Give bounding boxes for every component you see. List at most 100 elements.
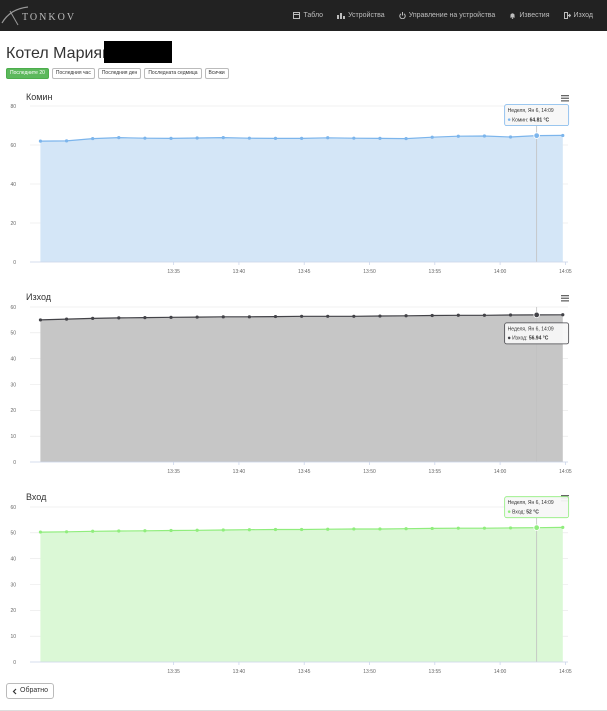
data-point[interactable] — [38, 530, 43, 534]
hamburger-menu-icon[interactable] — [561, 295, 569, 302]
data-point[interactable] — [169, 315, 173, 319]
data-point[interactable] — [273, 314, 278, 319]
data-point[interactable] — [273, 136, 278, 140]
data-point[interactable] — [247, 136, 251, 140]
data-point[interactable] — [247, 528, 251, 532]
data-point[interactable] — [508, 526, 513, 530]
chart-title: Вход — [26, 492, 47, 502]
data-point[interactable] — [143, 136, 147, 140]
tooltip-date: Неделя, Ян 6, 14:09 — [508, 108, 554, 114]
range-button-last-hour[interactable]: Последния час — [51, 68, 95, 79]
data-point[interactable] — [143, 315, 147, 320]
data-point[interactable] — [300, 314, 304, 318]
nav-item-label: Управление на устройства — [408, 12, 496, 19]
nav-item-notifications[interactable]: Известия — [509, 12, 550, 19]
data-point[interactable] — [378, 136, 382, 140]
chart-svg: Вход 0 10 20 30 40 50 60 13:35 13:40 13:45 13:50 13:… — [10, 492, 571, 675]
data-point[interactable] — [561, 313, 565, 317]
data-point[interactable] — [64, 317, 69, 321]
x-tick-label: 13:55 — [429, 669, 442, 675]
data-point[interactable] — [117, 135, 121, 140]
y-tick-label: 40 — [10, 182, 16, 188]
nav-item-label: Известия — [519, 12, 550, 19]
x-tick-label: 13:50 — [363, 469, 376, 475]
data-point[interactable] — [221, 528, 225, 532]
x-tick-label: 13:35 — [167, 669, 180, 675]
data-point[interactable] — [91, 529, 95, 533]
data-point[interactable] — [38, 318, 43, 322]
data-point[interactable] — [64, 139, 69, 143]
data-point[interactable] — [117, 316, 121, 320]
data-point[interactable] — [300, 527, 304, 532]
nav-item-logout[interactable]: Изход — [563, 12, 594, 19]
tooltip-series-marker — [507, 336, 511, 340]
navbar: TONKOV Табло Устройства Управление на ус… — [0, 0, 607, 31]
nav-item-devices[interactable]: Устройства — [337, 12, 385, 19]
range-button-last-day[interactable]: Последния ден — [97, 68, 142, 79]
data-point[interactable] — [430, 135, 434, 139]
data-point[interactable] — [561, 525, 565, 530]
back-button[interactable]: Обратно — [6, 683, 55, 699]
data-point[interactable] — [38, 139, 43, 143]
y-tick-label: 60 — [10, 143, 16, 149]
data-point[interactable] — [326, 314, 330, 318]
data-point[interactable] — [508, 313, 513, 317]
data-point[interactable] — [64, 530, 69, 534]
x-tick-label: 14:00 — [494, 469, 507, 475]
data-point[interactable] — [533, 132, 540, 139]
data-point[interactable] — [378, 527, 382, 531]
chart-izhod: Изход 0 10 20 30 40 50 60 13:35 13:40 13:45 13:50 13… — [0, 288, 607, 484]
data-point[interactable] — [326, 136, 330, 140]
range-button-last-20[interactable]: Последните 20 — [6, 68, 49, 79]
chart-vhod: Вход 0 10 20 30 40 50 60 13:35 13:40 13:45 13:50 13:… — [0, 488, 607, 684]
data-point[interactable] — [169, 136, 173, 140]
data-point[interactable] — [300, 136, 304, 140]
data-point[interactable] — [221, 135, 225, 140]
data-point[interactable] — [91, 316, 95, 320]
data-point[interactable] — [378, 314, 382, 318]
range-button-all[interactable]: Всички — [204, 68, 229, 79]
data-point[interactable] — [533, 311, 540, 319]
data-point[interactable] — [352, 527, 356, 531]
data-point[interactable] — [195, 528, 199, 532]
data-point[interactable] — [430, 526, 434, 531]
hamburger-menu-icon[interactable] — [561, 95, 569, 102]
data-point[interactable] — [91, 136, 95, 141]
data-point[interactable] — [456, 134, 460, 138]
data-point[interactable] — [143, 529, 147, 533]
nav-item-label: Изход — [573, 12, 594, 19]
data-point[interactable] — [404, 527, 408, 531]
nav-item-device-control[interactable]: Управление на устройства — [398, 12, 496, 19]
data-point[interactable] — [117, 529, 121, 533]
range-button-last-week[interactable]: Последната седмица — [144, 68, 202, 79]
data-point[interactable] — [326, 527, 330, 531]
nav-item-dashboard[interactable]: Табло — [293, 12, 323, 19]
data-point[interactable] — [352, 314, 356, 318]
data-point[interactable] — [482, 313, 487, 317]
data-point[interactable] — [195, 136, 199, 140]
redaction-box — [104, 41, 172, 63]
data-point[interactable] — [456, 313, 460, 317]
y-tick-label: 60 — [10, 305, 16, 311]
data-point[interactable] — [404, 314, 408, 318]
data-point[interactable] — [273, 527, 278, 532]
tooltip: Неделя, Ян 6, 14:09 Вход: 52 °C — [504, 496, 570, 519]
data-point[interactable] — [404, 136, 408, 141]
data-point[interactable] — [508, 135, 513, 139]
x-tick-label: 14:00 — [494, 269, 507, 275]
data-point[interactable] — [169, 528, 173, 533]
tooltip-series-marker — [507, 510, 511, 513]
power-icon — [398, 12, 406, 19]
data-point[interactable] — [533, 524, 540, 531]
data-point[interactable] — [352, 136, 356, 140]
data-point[interactable] — [482, 526, 487, 530]
data-point[interactable] — [456, 526, 460, 530]
data-point[interactable] — [561, 133, 565, 138]
y-tick-label: 10 — [10, 634, 16, 640]
data-point[interactable] — [482, 134, 487, 138]
brand-logo[interactable]: TONKOV — [0, 0, 74, 31]
data-point[interactable] — [195, 315, 199, 319]
data-point[interactable] — [247, 315, 251, 319]
data-point[interactable] — [430, 313, 434, 318]
data-point[interactable] — [221, 315, 225, 319]
